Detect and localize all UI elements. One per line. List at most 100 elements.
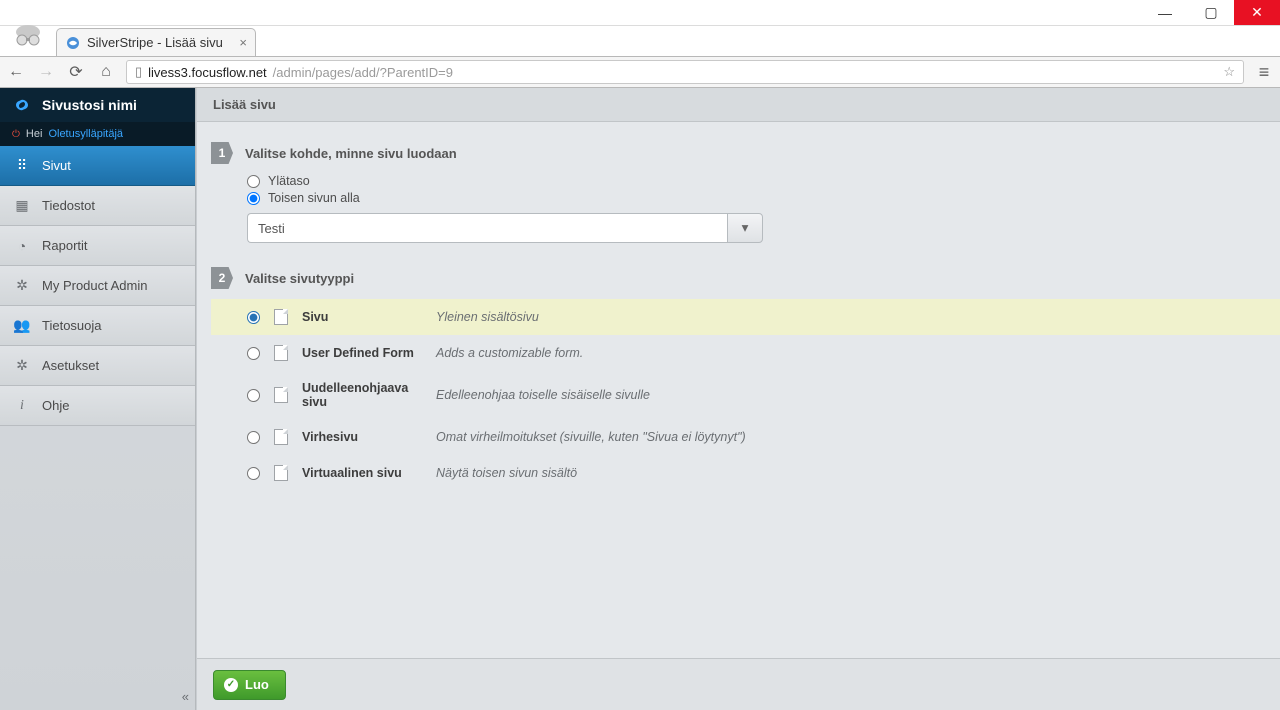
- tab-favicon-icon: [65, 35, 81, 51]
- pagetype-desc: Yleinen sisältösivu: [436, 310, 539, 324]
- nav-reload-icon[interactable]: ⟳: [66, 62, 86, 82]
- pagetype-desc: Adds a customizable form.: [436, 346, 583, 360]
- window-close-button[interactable]: ✕: [1234, 0, 1280, 25]
- pagetype-name: Uudelleenohjaava sivu: [302, 381, 422, 409]
- url-host: livess3.focusflow.net: [148, 65, 267, 80]
- pagetype-row[interactable]: Sivu Yleinen sisältösivu: [211, 299, 1280, 335]
- pagetype-radio[interactable]: [247, 431, 260, 444]
- pagetype-row[interactable]: User Defined Form Adds a customizable fo…: [211, 335, 1280, 371]
- sidebar-item-label: Tietosuoja: [42, 318, 102, 333]
- window-minimize-button[interactable]: —: [1142, 0, 1188, 25]
- power-icon[interactable]: ⏻: [12, 129, 20, 140]
- sidebar-item-label: Raportit: [42, 238, 88, 253]
- form-footer: ✓ Luo: [197, 658, 1280, 710]
- create-button[interactable]: ✓ Luo: [213, 670, 286, 700]
- step-1-title: Valitse kohde, minne sivu luodaan: [245, 146, 457, 161]
- parent-mode-toplevel-radio[interactable]: [247, 175, 260, 188]
- step-number-badge: 2: [211, 267, 233, 289]
- sidebar-collapse-icon[interactable]: «: [182, 689, 189, 704]
- pagetype-row[interactable]: Virtuaalinen sivu Näytä toisen sivun sis…: [211, 455, 1280, 491]
- pagetype-name: Virhesivu: [302, 430, 422, 444]
- sidebar-item-help[interactable]: i Ohje: [0, 386, 195, 426]
- page-title: Lisää sivu: [197, 88, 1280, 122]
- pagetype-radio[interactable]: [247, 389, 260, 402]
- settings-icon: ✲: [14, 357, 30, 374]
- pagetype-desc: Omat virheilmoitukset (sivuille, kuten "…: [436, 430, 746, 444]
- step-2-title: Valitse sivutyyppi: [245, 271, 354, 286]
- chevron-down-icon: ▾: [742, 220, 749, 235]
- sidebar-item-label: Tiedostot: [42, 198, 95, 213]
- step-number-badge: 1: [211, 142, 233, 164]
- sidebar-item-label: Sivut: [42, 158, 71, 173]
- user-greeting: ⏻ Hei Oletusylläpitäjä: [0, 122, 195, 146]
- browser-tab[interactable]: SilverStripe - Lisää sivu ×: [56, 28, 256, 56]
- pagetype-name: Virtuaalinen sivu: [302, 466, 422, 480]
- window-chrome: — ▢ ✕: [0, 0, 1280, 26]
- nav-home-icon[interactable]: ⌂: [96, 63, 116, 81]
- step-1-header: 1 Valitse kohde, minne sivu luodaan: [211, 142, 1280, 164]
- help-icon: i: [14, 398, 30, 414]
- nav-forward-icon[interactable]: →: [36, 63, 56, 81]
- pages-icon: ⠿: [14, 157, 30, 174]
- parent-page-combo: ▾: [247, 213, 763, 243]
- app-shell: Sivustosi nimi ⏻ Hei Oletusylläpitäjä ⠿ …: [0, 88, 1280, 710]
- pagetype-radio[interactable]: [247, 467, 260, 480]
- pagetype-row[interactable]: Virhesivu Omat virheilmoitukset (sivuill…: [211, 419, 1280, 455]
- sidebar: Sivustosi nimi ⏻ Hei Oletusylläpitäjä ⠿ …: [0, 88, 196, 710]
- sidebar-item-files[interactable]: ▦ Tiedostot: [0, 186, 195, 226]
- pagetype-name: User Defined Form: [302, 346, 422, 360]
- window-maximize-button[interactable]: ▢: [1188, 0, 1234, 25]
- browser-menu-icon[interactable]: ≡: [1254, 62, 1274, 83]
- parent-mode-under-radio[interactable]: [247, 192, 260, 205]
- sidebar-item-privacy[interactable]: 👥 Tietosuoja: [0, 306, 195, 346]
- sidebar-item-product-admin[interactable]: ✲ My Product Admin: [0, 266, 195, 306]
- pagetype-radio[interactable]: [247, 311, 260, 324]
- bookmark-star-icon[interactable]: ☆: [1223, 64, 1235, 80]
- greeting-prefix: Hei: [26, 128, 43, 140]
- sidebar-item-reports[interactable]: ◔ Raportit: [0, 226, 195, 266]
- parent-page-dropdown-button[interactable]: ▾: [727, 213, 763, 243]
- check-circle-icon: ✓: [224, 678, 238, 692]
- step-2-header: 2 Valitse sivutyyppi: [211, 267, 1280, 289]
- parent-mode-under[interactable]: Toisen sivun alla: [247, 191, 1280, 205]
- tab-title: SilverStripe - Lisää sivu: [87, 35, 223, 50]
- radio-label: Ylätaso: [268, 174, 310, 188]
- reports-icon: ◔: [14, 238, 30, 254]
- tab-close-icon[interactable]: ×: [239, 35, 247, 50]
- sidebar-nav: ⠿ Sivut ▦ Tiedostot ◔ Raportit ✲ My Prod…: [0, 146, 195, 426]
- sidebar-item-pages[interactable]: ⠿ Sivut: [0, 146, 195, 186]
- parent-page-input[interactable]: [247, 213, 727, 243]
- files-icon: ▦: [14, 197, 30, 214]
- page-icon: [274, 429, 288, 445]
- page-info-icon[interactable]: ▯: [135, 64, 142, 80]
- browser-toolbar: ← → ⟳ ⌂ ▯ livess3.focusflow.net/admin/pa…: [0, 56, 1280, 88]
- sidebar-item-label: My Product Admin: [42, 278, 148, 293]
- incognito-icon: [8, 14, 48, 54]
- parent-mode-toplevel[interactable]: Ylätaso: [247, 174, 1280, 188]
- page-icon: [274, 309, 288, 325]
- brand-logon-icon: [12, 95, 32, 115]
- pagetype-desc: Edelleenohjaa toiselle sisäiselle sivull…: [436, 388, 650, 402]
- radio-label: Toisen sivun alla: [268, 191, 360, 205]
- create-button-label: Luo: [245, 677, 269, 692]
- privacy-icon: 👥: [14, 317, 30, 334]
- sidebar-item-label: Ohje: [42, 398, 69, 413]
- pagetype-desc: Näytä toisen sivun sisältö: [436, 466, 577, 480]
- nav-back-icon[interactable]: ←: [6, 63, 26, 81]
- main-panel: Lisää sivu 1 Valitse kohde, minne sivu l…: [196, 88, 1280, 710]
- step-1-body: Ylätaso Toisen sivun alla ▾: [247, 174, 1280, 243]
- brand-title: Sivustosi nimi: [42, 97, 137, 113]
- pagetype-row[interactable]: Uudelleenohjaava sivu Edelleenohjaa tois…: [211, 371, 1280, 419]
- page-icon: [274, 387, 288, 403]
- url-path: /admin/pages/add/?ParentID=9: [273, 65, 453, 80]
- url-input[interactable]: ▯ livess3.focusflow.net/admin/pages/add/…: [126, 60, 1244, 84]
- sidebar-item-settings[interactable]: ✲ Asetukset: [0, 346, 195, 386]
- current-user-link[interactable]: Oletusylläpitäjä: [48, 128, 123, 140]
- sidebar-item-label: Asetukset: [42, 358, 99, 373]
- product-admin-icon: ✲: [14, 277, 30, 294]
- pagetype-list: Sivu Yleinen sisältösivu User Defined Fo…: [211, 299, 1280, 491]
- site-brand[interactable]: Sivustosi nimi: [0, 88, 195, 122]
- browser-tabstrip: SilverStripe - Lisää sivu ×: [0, 26, 1280, 56]
- pagetype-name: Sivu: [302, 310, 422, 324]
- pagetype-radio[interactable]: [247, 347, 260, 360]
